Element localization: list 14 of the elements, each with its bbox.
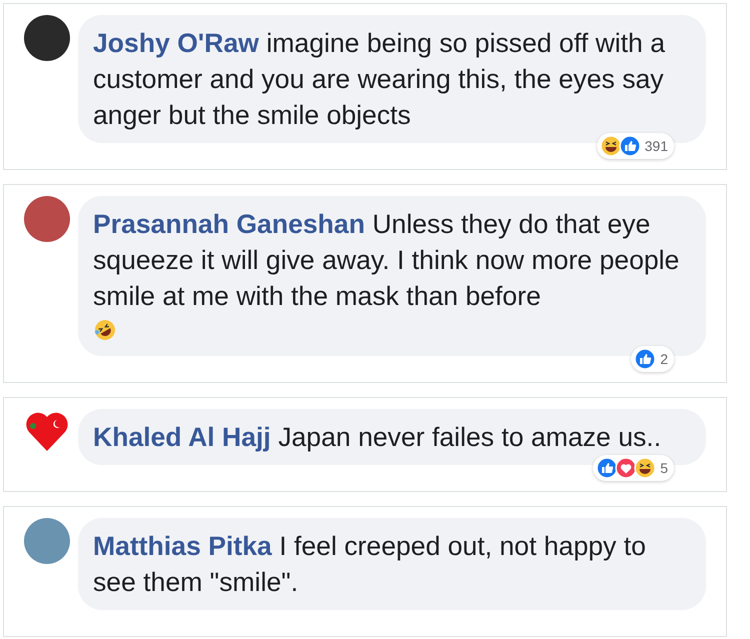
reaction-badge[interactable]: 2	[631, 346, 674, 372]
comment-text: Prasannah Ganeshan Unless they do that eye squeeze it will give away. I think now more people smile at me with the mask than before	[93, 208, 680, 313]
comment-text: Joshy O'Raw imagine being so pissed off with a customer and you are wearing this, the eyes say anger but the smile objects	[93, 27, 666, 132]
laughing-face-icon	[600, 135, 622, 157]
comment-text: Matthias Pitka I feel creeped out, not happy to see them "smile".	[93, 530, 647, 599]
thumbs-up-icon	[596, 457, 618, 479]
reaction-badge[interactable]: 391	[596, 133, 674, 159]
reaction-badge[interactable]: 5	[593, 455, 674, 481]
avatar-photo[interactable]	[24, 15, 70, 61]
thumbs-up-icon	[634, 348, 656, 370]
comment-text: Khaled Al Hajj Japan never failes to amaze us..	[93, 421, 662, 454]
laughing-face-icon	[93, 318, 117, 342]
thumbs-up-icon	[618, 135, 641, 157]
laughing-face-icon	[634, 457, 656, 479]
